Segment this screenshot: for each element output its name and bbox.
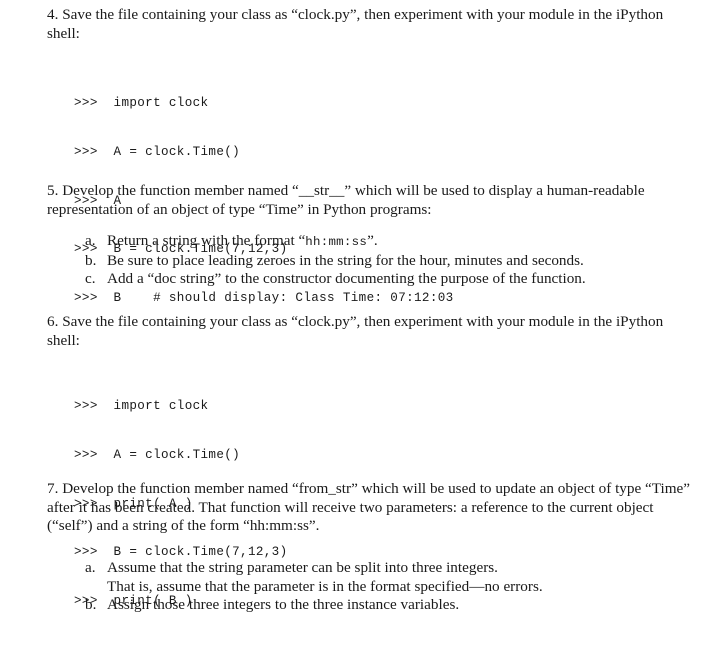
section-7-paragraph: 7. Develop the function member named “fr…: [47, 480, 695, 536]
code-line: >>> A = clock.Time(): [74, 448, 241, 462]
list-item-letter: a.: [85, 232, 96, 249]
list-item-letter: b.: [85, 251, 97, 269]
list-item-letter: b.: [85, 596, 97, 614]
section-5-text: Develop the function member named “__str…: [47, 182, 645, 218]
list-item-text: Be sure to place leading zeroes in the s…: [107, 251, 584, 269]
document-page: 4. Save the file containing your class a…: [0, 0, 711, 666]
list-item-letter: c.: [85, 270, 96, 288]
list-item: c. Add a “doc string” to the constructor…: [85, 270, 685, 289]
code-line: >>> import clock: [74, 399, 209, 414]
list-item-text: Assign those three integers to the three…: [107, 596, 460, 614]
code-line: >>> A = clock.Time(): [74, 145, 241, 159]
section-4-text: Save the file containing your class as “…: [47, 6, 664, 42]
list-item-text-tail: ”.: [367, 232, 378, 249]
section-4-paragraph: 4. Save the file containing your class a…: [47, 6, 695, 43]
section-7-number: 7.: [47, 480, 59, 497]
list-item: a. Return a string with the format “hh:m…: [85, 232, 685, 252]
section-4-number: 4.: [47, 6, 59, 23]
list-item-text: Assume that the string parameter can be …: [107, 559, 498, 576]
list-item-text: Return a string with the format “: [107, 232, 306, 249]
list-item: a. Assume that the string parameter can …: [85, 559, 685, 596]
list-item: b. Be sure to place leading zeroes in th…: [85, 252, 685, 271]
section-7-sublist: a. Assume that the string parameter can …: [85, 559, 685, 615]
section-5-sublist: a. Return a string with the format “hh:m…: [85, 232, 685, 289]
code-line: >>> B = clock.Time(7,12,3): [74, 545, 288, 560]
section-6-text: Save the file containing your class as “…: [47, 313, 664, 349]
section-7-text: Develop the function member named “from_…: [47, 480, 691, 534]
list-item-letter: a.: [85, 559, 96, 576]
section-6-number: 6.: [47, 313, 59, 330]
list-item-mono-text: hh:mm:ss: [305, 235, 368, 249]
list-item-text-line2: That is, assume that the parameter is in…: [107, 577, 543, 595]
code-line: >>> B # should display: Class Time: 07:1…: [74, 290, 454, 305]
section-5-paragraph: 5. Develop the function member named “__…: [47, 182, 695, 219]
list-item-text: Add a “doc string” to the constructor do…: [107, 270, 586, 288]
section-5-number: 5.: [47, 182, 59, 199]
list-item: b. Assign those three integers to the th…: [85, 596, 685, 615]
section-6-paragraph: 6. Save the file containing your class a…: [47, 313, 695, 350]
code-line: >>> import clock: [74, 96, 209, 111]
